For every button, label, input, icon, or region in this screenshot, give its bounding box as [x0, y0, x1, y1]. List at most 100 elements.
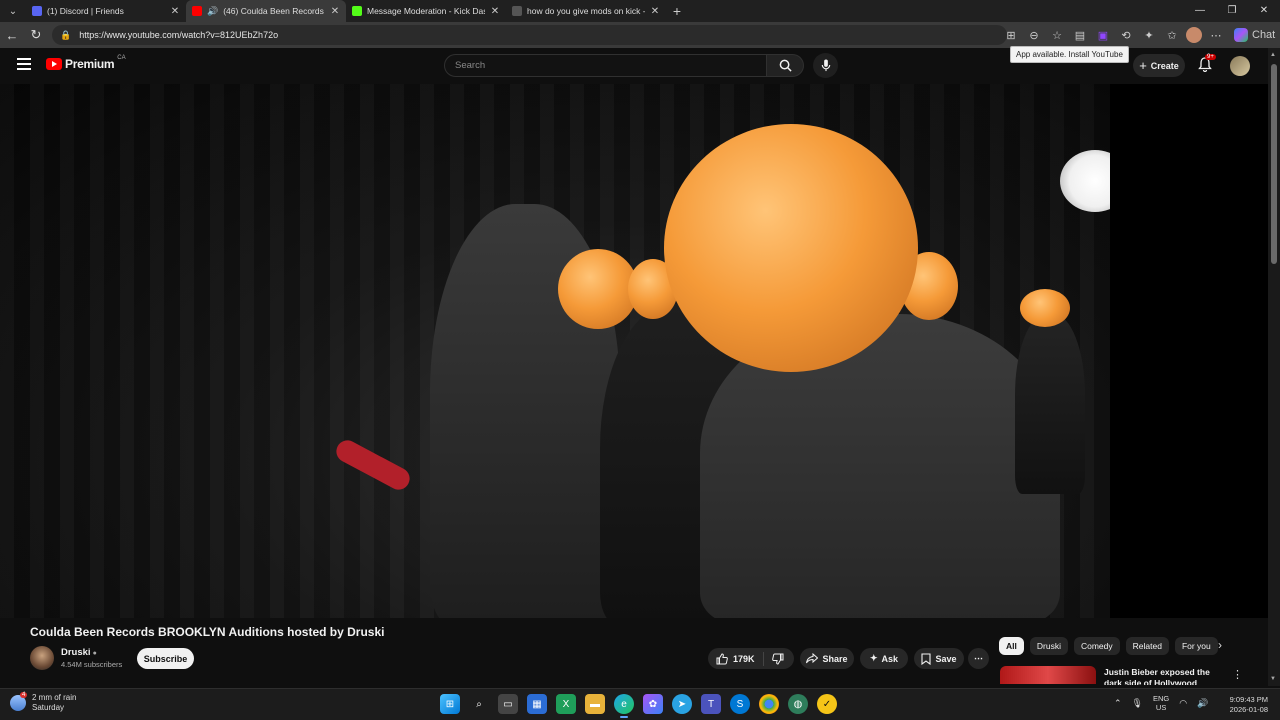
chip-related[interactable]: Related [1125, 637, 1169, 655]
more-options-icon[interactable]: ⋯ [1207, 29, 1225, 42]
channel-name-row[interactable]: Druski ● [61, 647, 97, 658]
voice-search-button[interactable] [813, 53, 838, 78]
url-field[interactable]: 🔒 https://www.youtube.com/watch?v=812UEb… [52, 25, 1007, 45]
close-tab-icon[interactable]: ✕ [170, 6, 180, 17]
youtube-premium-logo[interactable]: Premium CA [46, 55, 126, 71]
like-button[interactable]: 179K [708, 651, 764, 666]
extensions-puzzle-icon[interactable]: ✦ [1140, 29, 1158, 42]
browser-toolbar: ⊞ ⊖ ☆ ▤ ▣ ⟲ ✦ ✩ ⋯ Chat [1002, 25, 1275, 45]
search-button[interactable] [766, 54, 804, 77]
close-tab-icon[interactable]: ✕ [490, 6, 500, 17]
menu-icon[interactable] [17, 58, 31, 72]
recommendation-thumbnail[interactable] [1000, 666, 1096, 684]
channel-avatar[interactable] [30, 646, 54, 670]
chrome-icon[interactable] [759, 694, 779, 714]
clock-time: 9:09:43 PM [1229, 695, 1268, 704]
back-icon[interactable]: ← [0, 28, 24, 43]
windows-start-icon[interactable]: ⊞ [440, 694, 460, 714]
weather-line-1: 2 mm of rain [32, 693, 77, 702]
discord-favicon-icon [32, 6, 42, 16]
skype-icon[interactable]: S [730, 694, 750, 714]
subscribe-button[interactable]: Subscribe [137, 648, 194, 669]
save-button[interactable]: Save [914, 648, 964, 669]
video-frame[interactable] [0, 84, 1110, 618]
favorites-icon[interactable]: ✩ [1163, 29, 1181, 42]
volume-icon[interactable]: 🔊 [1197, 698, 1208, 709]
weather-badge: 4 [20, 692, 28, 698]
search-input[interactable]: Search [444, 54, 767, 77]
restore-icon[interactable]: ❐ [1216, 0, 1248, 22]
tab-title: (1) Discord | Friends [47, 6, 124, 16]
orange-balloon-small-1 [558, 249, 638, 329]
chip-all[interactable]: All [999, 637, 1024, 655]
show-hidden-icons-icon[interactable]: ⌃ [1114, 698, 1122, 709]
tab-actions-menu-icon[interactable]: ⌄ [0, 0, 26, 22]
language-indicator[interactable]: ENG US [1153, 694, 1169, 712]
reading-view-icon[interactable]: ▤ [1071, 29, 1089, 42]
copilot-app-icon[interactable]: ✿ [643, 694, 663, 714]
tab-discord[interactable]: (1) Discord | Friends ✕ [26, 0, 186, 22]
new-tab-icon[interactable]: + [666, 3, 688, 19]
twitch-extension-icon[interactable]: ▣ [1094, 29, 1112, 42]
scroll-up-icon[interactable]: ▲ [1270, 52, 1276, 58]
close-tab-icon[interactable]: ✕ [650, 6, 660, 17]
channel-name[interactable]: Druski [61, 647, 91, 658]
weather-text: 2 mm of rain Saturday [32, 693, 76, 713]
dislike-button[interactable] [764, 653, 792, 665]
search-icon[interactable]: ⌕ [469, 694, 489, 714]
create-button[interactable]: + Create [1133, 54, 1185, 77]
zoom-icon[interactable]: ⊖ [1025, 29, 1043, 42]
favorite-star-icon[interactable]: ☆ [1048, 29, 1066, 42]
globe-app-icon[interactable]: ◍ [788, 694, 808, 714]
kick-favicon-icon [352, 6, 362, 16]
chip-for-you[interactable]: For you [1174, 637, 1218, 655]
tab-kick-dashboard[interactable]: Message Moderation - Kick Dash ✕ [346, 0, 506, 22]
recommendation-title[interactable]: Justin Bieber exposed the dark side of H… [1104, 667, 1226, 685]
screen: ⌄ (1) Discord | Friends ✕ 🔊 (46) Coulda … [0, 0, 1280, 720]
video-player[interactable] [0, 84, 1268, 618]
microphone-tray-icon[interactable]: 🎙 [1132, 698, 1143, 709]
copilot-chat-button[interactable]: Chat [1230, 28, 1275, 42]
wifi-icon[interactable]: ◠ [1179, 698, 1187, 709]
weather-line-2: Saturday [32, 703, 65, 712]
extension-icon[interactable]: ⟲ [1117, 29, 1135, 42]
chevron-right-icon[interactable]: › [1218, 638, 1222, 652]
recommendation-menu-icon[interactable]: ⋮ [1232, 668, 1243, 681]
chip-druski[interactable]: Druski [1029, 637, 1068, 655]
orange-balloon-distant [1020, 289, 1070, 327]
search-favicon-icon [512, 6, 522, 16]
install-app-icon[interactable]: ⊞ [1002, 29, 1020, 42]
minimize-icon[interactable]: — [1184, 0, 1216, 22]
refresh-icon[interactable]: ↻ [24, 27, 48, 43]
profile-avatar[interactable] [1186, 27, 1202, 43]
address-bar-row: ← ↻ 🔒 https://www.youtube.com/watch?v=81… [0, 22, 1280, 48]
notifications-button[interactable]: 9+ [1198, 54, 1216, 77]
like-count: 179K [733, 653, 755, 664]
close-window-icon[interactable]: ✕ [1248, 0, 1280, 22]
more-actions-button[interactable]: ⋯ [968, 648, 989, 669]
file-explorer-icon[interactable]: ▬ [585, 694, 605, 714]
tab-youtube[interactable]: 🔊 (46) Coulda Been Records BR ✕ [186, 0, 346, 22]
account-avatar[interactable] [1230, 56, 1250, 76]
like-dislike-group: 179K [708, 648, 794, 669]
telegram-icon[interactable]: ➤ [672, 694, 692, 714]
norton-icon[interactable]: ✓ [817, 694, 837, 714]
store-icon[interactable]: ▦ [527, 694, 547, 714]
scrollbar-thumb[interactable] [1271, 64, 1277, 264]
teams-icon[interactable]: T [701, 694, 721, 714]
excel-icon[interactable]: X [556, 694, 576, 714]
speaker-icon[interactable]: 🔊 [207, 6, 218, 17]
ask-button[interactable]: ✦ Ask [860, 648, 908, 669]
close-tab-icon[interactable]: ✕ [330, 6, 340, 17]
tab-search[interactable]: how do you give mods on kick - ✕ [506, 0, 666, 22]
share-button[interactable]: Share [800, 648, 854, 669]
edge-browser-icon[interactable]: e [614, 694, 634, 718]
scroll-down-icon[interactable]: ▼ [1270, 676, 1276, 682]
youtube-favicon-icon [192, 6, 202, 16]
site-info-icon[interactable]: 🔒 [60, 30, 71, 41]
chip-comedy[interactable]: Comedy [1073, 637, 1120, 655]
weather-widget[interactable]: 4 2 mm of rain Saturday [10, 692, 76, 713]
task-view-icon[interactable]: ▭ [498, 694, 518, 714]
page-scrollbar[interactable]: ▲ ▼ [1268, 48, 1280, 686]
clock[interactable]: 9:09:43 PM 2026-01-08 [1222, 695, 1268, 715]
